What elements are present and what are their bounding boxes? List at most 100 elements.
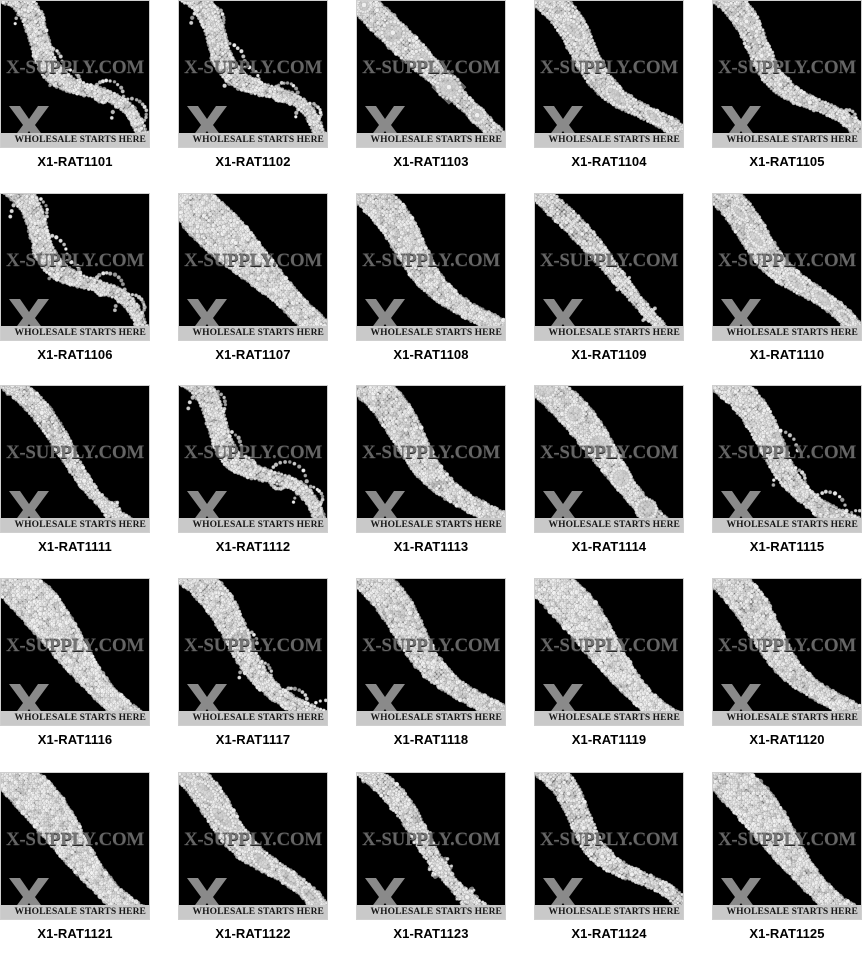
product-card[interactable]: X-SUPPLY.COM WHOLESALE STARTS HERE X1-RAT1… xyxy=(712,0,862,169)
wholesale-banner: WHOLESALE STARTS HERE xyxy=(1,711,149,725)
wholesale-banner-text: WHOLESALE STARTS HERE xyxy=(192,520,324,530)
wholesale-banner: WHOLESALE STARTS HERE xyxy=(713,711,861,725)
wholesale-banner-text: WHOLESALE STARTS HERE xyxy=(192,907,324,917)
product-image[interactable]: X-SUPPLY.COM WHOLESALE STARTS HERE xyxy=(178,772,328,920)
wholesale-banner: WHOLESALE STARTS HERE xyxy=(179,905,327,919)
product-card[interactable]: X-SUPPLY.COM WHOLESALE STARTS HERE X1-RAT1… xyxy=(0,193,150,362)
product-code-label: X1-RAT1106 xyxy=(37,347,113,362)
product-image[interactable]: X-SUPPLY.COM WHOLESALE STARTS HERE xyxy=(356,193,506,341)
wholesale-banner-text: WHOLESALE STARTS HERE xyxy=(14,520,146,530)
product-image[interactable]: X-SUPPLY.COM WHOLESALE STARTS HERE xyxy=(534,385,684,533)
wholesale-banner-text: WHOLESALE STARTS HERE xyxy=(726,520,858,530)
product-image[interactable]: X-SUPPLY.COM WHOLESALE STARTS HERE xyxy=(178,193,328,341)
product-image[interactable]: X-SUPPLY.COM WHOLESALE STARTS HERE xyxy=(534,578,684,726)
product-card[interactable]: X-SUPPLY.COM WHOLESALE STARTS HERE X1-RAT1… xyxy=(178,385,328,554)
wholesale-banner-text: WHOLESALE STARTS HERE xyxy=(726,328,858,338)
product-card[interactable]: X-SUPPLY.COM WHOLESALE STARTS HERE X1-RAT1… xyxy=(356,578,506,747)
product-code-label: X1-RAT1123 xyxy=(393,926,469,941)
product-card[interactable]: X-SUPPLY.COM WHOLESALE STARTS HERE X1-RAT1… xyxy=(712,578,862,747)
product-image[interactable]: X-SUPPLY.COM WHOLESALE STARTS HERE xyxy=(0,385,150,533)
product-card[interactable]: X-SUPPLY.COM WHOLESALE STARTS HERE X1-RAT1… xyxy=(534,772,684,941)
product-card[interactable]: X-SUPPLY.COM WHOLESALE STARTS HERE X1-RAT1… xyxy=(0,578,150,747)
product-image[interactable]: X-SUPPLY.COM WHOLESALE STARTS HERE xyxy=(356,385,506,533)
product-card[interactable]: X-SUPPLY.COM WHOLESALE STARTS HERE X1-RAT1… xyxy=(0,385,150,554)
wholesale-banner-text: WHOLESALE STARTS HERE xyxy=(14,328,146,338)
product-code-label: X1-RAT1117 xyxy=(215,732,291,747)
wholesale-banner-text: WHOLESALE STARTS HERE xyxy=(370,328,502,338)
wholesale-banner: WHOLESALE STARTS HERE xyxy=(713,518,861,532)
wholesale-banner: WHOLESALE STARTS HERE xyxy=(713,133,861,147)
product-image[interactable]: X-SUPPLY.COM WHOLESALE STARTS HERE xyxy=(712,772,862,920)
wholesale-banner-text: WHOLESALE STARTS HERE xyxy=(548,713,680,723)
wholesale-banner: WHOLESALE STARTS HERE xyxy=(179,518,327,532)
product-code-label: X1-RAT1102 xyxy=(215,154,291,169)
product-card[interactable]: X-SUPPLY.COM WHOLESALE STARTS HERE X1-RAT1… xyxy=(178,578,328,747)
product-image[interactable]: X-SUPPLY.COM WHOLESALE STARTS HERE xyxy=(712,385,862,533)
wholesale-banner-text: WHOLESALE STARTS HERE xyxy=(726,135,858,145)
product-image[interactable]: X-SUPPLY.COM WHOLESALE STARTS HERE xyxy=(534,193,684,341)
product-card[interactable]: X-SUPPLY.COM WHOLESALE STARTS HERE X1-RAT1… xyxy=(534,385,684,554)
product-code-label: X1-RAT1108 xyxy=(393,347,469,362)
wholesale-banner: WHOLESALE STARTS HERE xyxy=(357,326,505,340)
product-card[interactable]: X-SUPPLY.COM WHOLESALE STARTS HERE X1-RAT1… xyxy=(178,0,328,169)
product-card[interactable]: X-SUPPLY.COM WHOLESALE STARTS HERE X1-RAT1… xyxy=(178,772,328,941)
product-code-label: X1-RAT1125 xyxy=(749,926,825,941)
product-card[interactable]: X-SUPPLY.COM WHOLESALE STARTS HERE X1-RAT1… xyxy=(356,772,506,941)
wholesale-banner: WHOLESALE STARTS HERE xyxy=(179,133,327,147)
wholesale-banner-text: WHOLESALE STARTS HERE xyxy=(14,135,146,145)
wholesale-banner-text: WHOLESALE STARTS HERE xyxy=(192,135,324,145)
product-image[interactable]: X-SUPPLY.COM WHOLESALE STARTS HERE xyxy=(712,578,862,726)
wholesale-banner: WHOLESALE STARTS HERE xyxy=(535,905,683,919)
wholesale-banner-text: WHOLESALE STARTS HERE xyxy=(192,713,324,723)
wholesale-banner-text: WHOLESALE STARTS HERE xyxy=(192,328,324,338)
product-image[interactable]: X-SUPPLY.COM WHOLESALE STARTS HERE xyxy=(0,0,150,148)
product-code-label: X1-RAT1111 xyxy=(38,539,112,554)
product-card[interactable]: X-SUPPLY.COM WHOLESALE STARTS HERE X1-RAT1… xyxy=(0,0,150,169)
product-code-label: X1-RAT1121 xyxy=(37,926,113,941)
wholesale-banner-text: WHOLESALE STARTS HERE xyxy=(14,713,146,723)
product-card[interactable]: X-SUPPLY.COM WHOLESALE STARTS HERE X1-RAT1… xyxy=(356,0,506,169)
product-card[interactable]: X-SUPPLY.COM WHOLESALE STARTS HERE X1-RAT1… xyxy=(534,193,684,362)
wholesale-banner: WHOLESALE STARTS HERE xyxy=(1,326,149,340)
product-card[interactable]: X-SUPPLY.COM WHOLESALE STARTS HERE X1-RAT1… xyxy=(356,385,506,554)
wholesale-banner: WHOLESALE STARTS HERE xyxy=(535,518,683,532)
product-card[interactable]: X-SUPPLY.COM WHOLESALE STARTS HERE X1-RAT1… xyxy=(534,0,684,169)
product-image[interactable]: X-SUPPLY.COM WHOLESALE STARTS HERE xyxy=(534,0,684,148)
product-image[interactable]: X-SUPPLY.COM WHOLESALE STARTS HERE xyxy=(712,193,862,341)
product-image[interactable]: X-SUPPLY.COM WHOLESALE STARTS HERE xyxy=(178,578,328,726)
product-code-label: X1-RAT1124 xyxy=(571,926,647,941)
product-card[interactable]: X-SUPPLY.COM WHOLESALE STARTS HERE X1-RAT1… xyxy=(356,193,506,362)
product-code-label: X1-RAT1104 xyxy=(571,154,647,169)
product-card[interactable]: X-SUPPLY.COM WHOLESALE STARTS HERE X1-RAT1… xyxy=(534,578,684,747)
product-image[interactable]: X-SUPPLY.COM WHOLESALE STARTS HERE xyxy=(0,578,150,726)
product-code-label: X1-RAT1107 xyxy=(215,347,291,362)
product-code-label: X1-RAT1109 xyxy=(571,347,647,362)
product-card[interactable]: X-SUPPLY.COM WHOLESALE STARTS HERE X1-RAT1… xyxy=(712,193,862,362)
wholesale-banner-text: WHOLESALE STARTS HERE xyxy=(548,328,680,338)
product-code-label: X1-RAT1112 xyxy=(215,539,291,554)
product-card[interactable]: X-SUPPLY.COM WHOLESALE STARTS HERE X1-RAT1… xyxy=(0,772,150,941)
wholesale-banner-text: WHOLESALE STARTS HERE xyxy=(726,713,858,723)
wholesale-banner: WHOLESALE STARTS HERE xyxy=(179,711,327,725)
product-card[interactable]: X-SUPPLY.COM WHOLESALE STARTS HERE X1-RAT1… xyxy=(712,772,862,941)
wholesale-banner: WHOLESALE STARTS HERE xyxy=(179,326,327,340)
product-image[interactable]: X-SUPPLY.COM WHOLESALE STARTS HERE xyxy=(356,772,506,920)
product-image[interactable]: X-SUPPLY.COM WHOLESALE STARTS HERE xyxy=(356,0,506,148)
wholesale-banner: WHOLESALE STARTS HERE xyxy=(1,133,149,147)
product-image[interactable]: X-SUPPLY.COM WHOLESALE STARTS HERE xyxy=(712,0,862,148)
product-image[interactable]: X-SUPPLY.COM WHOLESALE STARTS HERE xyxy=(0,772,150,920)
product-image[interactable]: X-SUPPLY.COM WHOLESALE STARTS HERE xyxy=(0,193,150,341)
product-image[interactable]: X-SUPPLY.COM WHOLESALE STARTS HERE xyxy=(178,385,328,533)
wholesale-banner-text: WHOLESALE STARTS HERE xyxy=(370,135,502,145)
wholesale-banner: WHOLESALE STARTS HERE xyxy=(357,518,505,532)
wholesale-banner: WHOLESALE STARTS HERE xyxy=(535,133,683,147)
wholesale-banner-text: WHOLESALE STARTS HERE xyxy=(370,713,502,723)
product-card[interactable]: X-SUPPLY.COM WHOLESALE STARTS HERE X1-RAT1… xyxy=(712,385,862,554)
wholesale-banner-text: WHOLESALE STARTS HERE xyxy=(370,520,502,530)
product-image[interactable]: X-SUPPLY.COM WHOLESALE STARTS HERE xyxy=(178,0,328,148)
product-card[interactable]: X-SUPPLY.COM WHOLESALE STARTS HERE X1-RAT1… xyxy=(178,193,328,362)
product-image[interactable]: X-SUPPLY.COM WHOLESALE STARTS HERE xyxy=(534,772,684,920)
wholesale-banner: WHOLESALE STARTS HERE xyxy=(535,711,683,725)
product-image[interactable]: X-SUPPLY.COM WHOLESALE STARTS HERE xyxy=(356,578,506,726)
product-code-label: X1-RAT1118 xyxy=(393,732,469,747)
